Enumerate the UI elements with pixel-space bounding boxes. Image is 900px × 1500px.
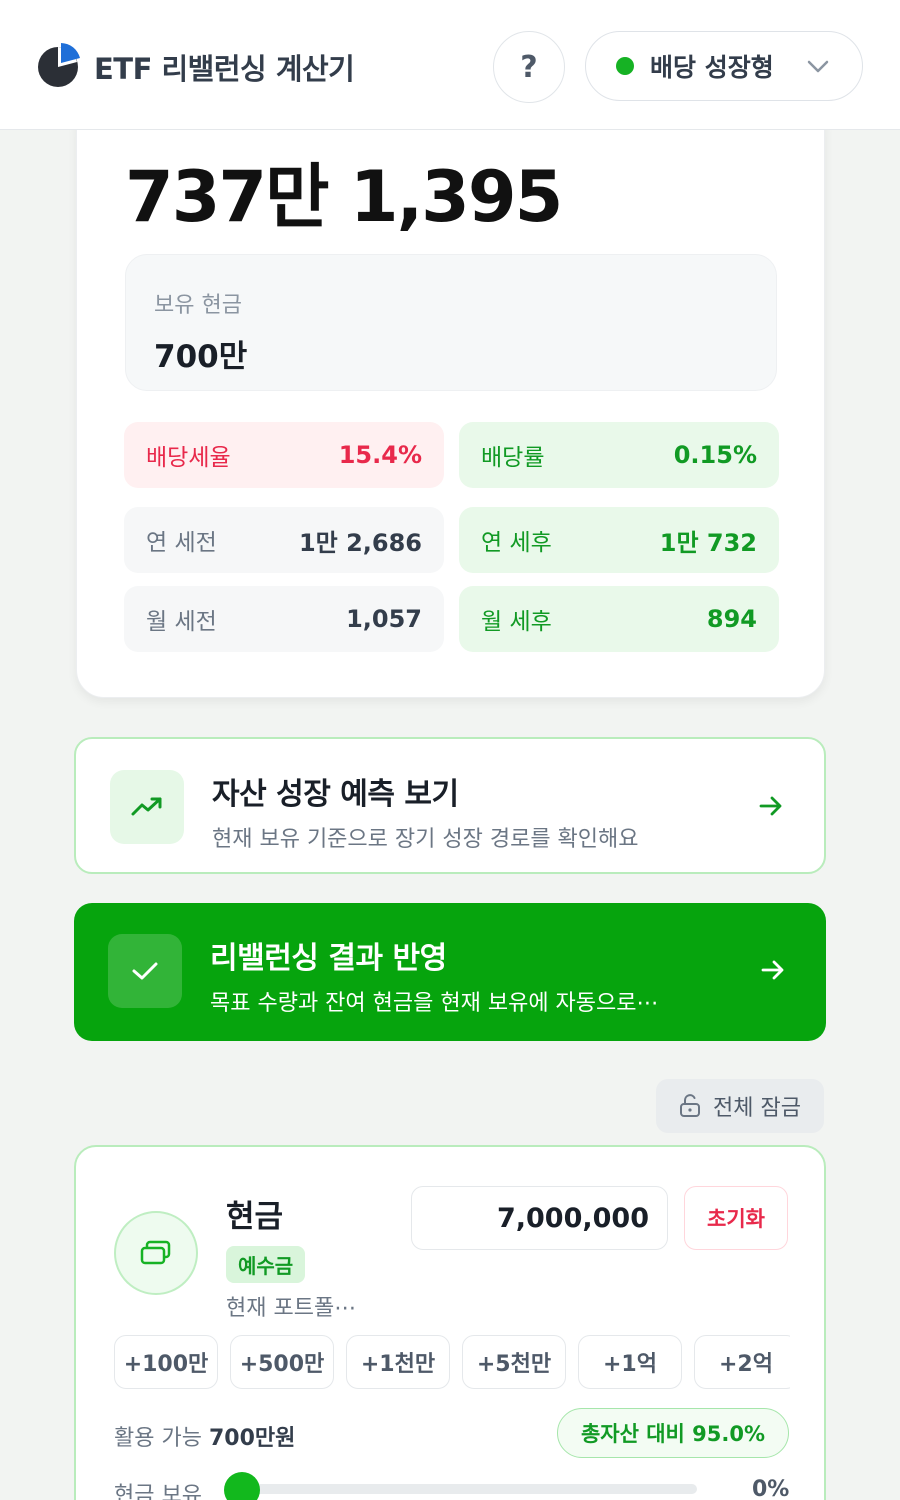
growth-forecast-button[interactable]: 자산 성장 예측 보기 현재 보유 기준으로 장기 성장 경로를 확인해요 bbox=[74, 737, 826, 874]
cash-amount-input[interactable] bbox=[411, 1186, 668, 1250]
available-label: 활용 가능 bbox=[114, 1426, 202, 1451]
stat-value: 1만 2,686 bbox=[298, 528, 422, 557]
profile-select[interactable]: 배당 성장형 bbox=[585, 31, 863, 101]
quick-add-1cheonman-button[interactable]: +1천만 bbox=[346, 1335, 450, 1389]
asset-description: 현재 포트폴⋯ bbox=[226, 1296, 357, 1321]
stat-value: 894 bbox=[706, 605, 757, 633]
apply-rebalancing-subtitle: 목표 수량과 잔여 현금을 현재 보유에 자동으로⋯ bbox=[210, 991, 659, 1016]
hold-slider-track[interactable] bbox=[242, 1484, 697, 1494]
cash-icon bbox=[114, 1211, 198, 1295]
stat-monthly-aftertax: 월 세후 894 bbox=[459, 586, 779, 652]
help-button[interactable]: ? bbox=[493, 31, 565, 103]
quick-add-2eok-button[interactable]: +2억 bbox=[694, 1335, 790, 1389]
stat-dividend-rate: 배당률 0.15% bbox=[459, 422, 779, 488]
stat-label: 배당률 bbox=[481, 445, 545, 471]
stat-label: 배당세율 bbox=[146, 445, 231, 471]
cash-value: 700만 bbox=[154, 339, 248, 375]
hold-value: 0% bbox=[752, 1477, 790, 1500]
hold-label: 현금 보유 bbox=[114, 1483, 202, 1500]
total-amount: 737만 1,395 bbox=[125, 156, 563, 238]
arrow-right-icon bbox=[761, 960, 784, 980]
stat-value: 0.15% bbox=[673, 441, 757, 469]
stat-label: 연 세전 bbox=[146, 530, 217, 556]
growth-forecast-title: 자산 성장 예측 보기 bbox=[212, 777, 459, 812]
asset-tag: 예수금 bbox=[226, 1246, 306, 1283]
stat-label: 월 세후 bbox=[481, 609, 552, 635]
quick-add-1eok-button[interactable]: +1억 bbox=[578, 1335, 682, 1389]
stat-annual-aftertax: 연 세후 1만 732 bbox=[459, 507, 779, 573]
chevron-down-icon bbox=[807, 60, 829, 73]
reset-button[interactable]: 초기화 bbox=[684, 1186, 788, 1250]
status-dot-icon bbox=[616, 57, 634, 75]
stat-dividend-tax: 배당세율 15.4% bbox=[124, 422, 444, 488]
profile-label: 배당 성장형 bbox=[650, 53, 774, 82]
check-icon bbox=[108, 934, 182, 1008]
cash-holding-card: 현금 예수금 현재 포트폴⋯ 초기화 +100만 +500만 +1천만 +5천만… bbox=[74, 1145, 826, 1500]
apply-rebalancing-button[interactable]: 리밸런싱 결과 반영 목표 수량과 잔여 현금을 현재 보유에 자동으로⋯ bbox=[74, 903, 826, 1041]
lock-all-label: 전체 잠금 bbox=[713, 1096, 801, 1121]
arrow-right-icon bbox=[759, 796, 782, 816]
stat-value: 1만 732 bbox=[659, 528, 757, 557]
hold-slider-knob[interactable] bbox=[224, 1472, 260, 1500]
app-title: ETF 리밸런싱 계산기 bbox=[94, 52, 355, 86]
pie-chart-logo-icon bbox=[38, 43, 80, 87]
apply-rebalancing-title: 리밸런싱 결과 반영 bbox=[210, 941, 447, 976]
available-cash: 활용 가능 700만원 bbox=[114, 1420, 295, 1452]
cash-label: 보유 현금 bbox=[154, 293, 242, 318]
asset-ratio-badge: 총자산 대비 95.0% bbox=[557, 1408, 789, 1458]
cash-summary-box: 보유 현금 700만 bbox=[125, 254, 777, 391]
growth-forecast-subtitle: 현재 보유 기준으로 장기 성장 경로를 확인해요 bbox=[212, 827, 639, 852]
available-value: 700만원 bbox=[208, 1426, 296, 1451]
trend-up-icon bbox=[110, 770, 184, 844]
stat-label: 월 세전 bbox=[146, 609, 217, 635]
quick-add-5cheonman-button[interactable]: +5천만 bbox=[462, 1335, 566, 1389]
lock-all-button[interactable]: 전체 잠금 bbox=[656, 1079, 824, 1133]
stat-label: 연 세후 bbox=[481, 530, 552, 556]
summary-card: 737만 1,395 보유 현금 700만 배당세율 15.4% 배당률 0.1… bbox=[76, 100, 825, 698]
app-header: ETF 리밸런싱 계산기 ? 배당 성장형 bbox=[0, 0, 900, 130]
stat-annual-pretax: 연 세전 1만 2,686 bbox=[124, 507, 444, 573]
quick-add-row: +100만 +500만 +1천만 +5천만 +1억 +2억 bbox=[114, 1333, 790, 1393]
stat-value: 1,057 bbox=[346, 605, 422, 633]
lock-open-icon bbox=[680, 1094, 701, 1117]
stat-monthly-pretax: 월 세전 1,057 bbox=[124, 586, 444, 652]
stat-value: 15.4% bbox=[338, 441, 422, 469]
asset-name: 현금 bbox=[226, 1199, 284, 1235]
quick-add-100man-button[interactable]: +100만 bbox=[114, 1335, 218, 1389]
quick-add-500man-button[interactable]: +500만 bbox=[230, 1335, 334, 1389]
